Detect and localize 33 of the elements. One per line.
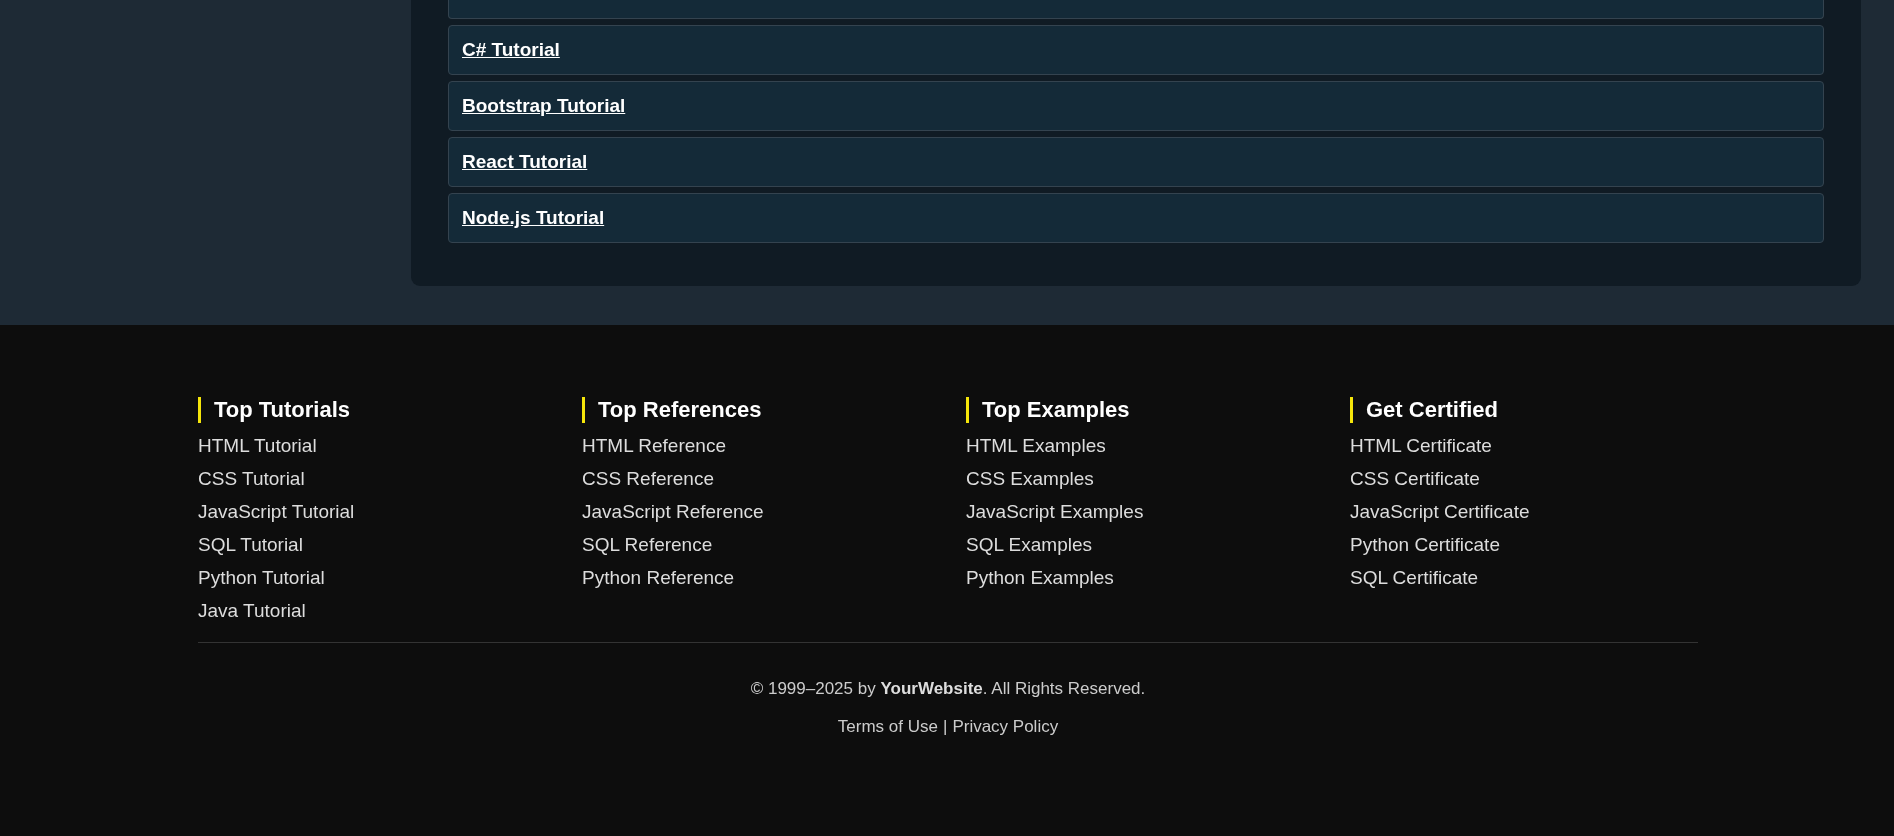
footer-link[interactable]: JavaScript Tutorial: [198, 495, 355, 528]
footer-link[interactable]: CSS Certificate: [1350, 462, 1480, 495]
footer-link[interactable]: Java Tutorial: [198, 594, 306, 627]
footer-link[interactable]: JavaScript Examples: [966, 495, 1144, 528]
footer-link[interactable]: SQL Reference: [582, 528, 713, 561]
column-heading: Top References: [582, 397, 762, 423]
footer-link[interactable]: JavaScript Certificate: [1350, 495, 1530, 528]
tutorial-link[interactable]: React Tutorial: [462, 151, 588, 173]
footer-link[interactable]: Python Examples: [966, 561, 1114, 594]
legal-link[interactable]: Privacy Policy: [952, 717, 1059, 737]
tutorial-link[interactable]: Bootstrap Tutorial: [462, 95, 626, 117]
copyright-text: © 1999–2025 by YourWebsite. All Rights Reserved.: [749, 679, 1147, 699]
tutorial-link[interactable]: C# Tutorial: [462, 39, 560, 61]
tutorial-link[interactable]: Node.js Tutorial: [462, 207, 605, 229]
footer-link[interactable]: Python Tutorial: [198, 561, 325, 594]
footer-link[interactable]: CSS Examples: [966, 462, 1094, 495]
footer-link[interactable]: JavaScript Reference: [582, 495, 764, 528]
separator-text: |: [942, 717, 948, 737]
footer-link[interactable]: CSS Tutorial: [198, 462, 305, 495]
footer-link[interactable]: SQL Certificate: [1350, 561, 1479, 594]
footer-link[interactable]: HTML Certificate: [1350, 429, 1492, 462]
footer-link[interactable]: SQL Examples: [966, 528, 1092, 561]
column-heading: Get Certified: [1350, 397, 1499, 423]
footer-link[interactable]: HTML Reference: [582, 429, 726, 462]
footer-link[interactable]: Python Reference: [582, 561, 735, 594]
footer-link[interactable]: CSS Reference: [582, 462, 714, 495]
footer-link[interactable]: HTML Tutorial: [198, 429, 317, 462]
footer-link[interactable]: Python Certificate: [1350, 528, 1500, 561]
legal-link[interactable]: Terms of Use: [837, 717, 938, 737]
column-heading: Top Tutorials: [198, 397, 351, 423]
column-heading: Top Examples: [966, 397, 1130, 423]
footer-link[interactable]: HTML Examples: [966, 429, 1106, 462]
footer-link[interactable]: SQL Tutorial: [198, 528, 303, 561]
